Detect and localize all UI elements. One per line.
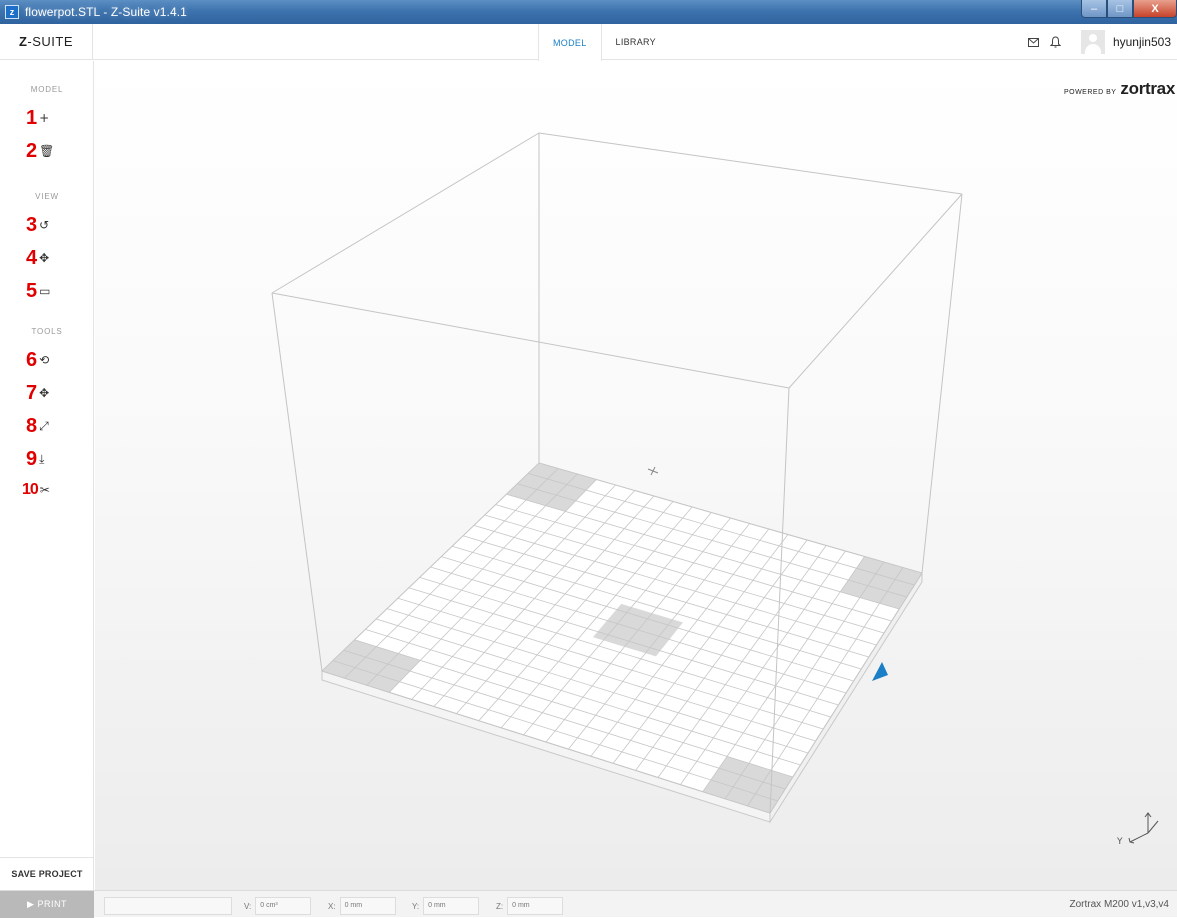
rotate-view-button[interactable]: 3 ↺ [26, 213, 49, 237]
rotate-tool-button[interactable]: 6 ⟲ [26, 348, 49, 372]
volume-value: 0 cm³ [255, 897, 312, 915]
logo-text: -SUITE [27, 34, 74, 49]
section-label-tools: TOOLS [31, 327, 63, 336]
trash-icon: 🗑 [39, 144, 55, 158]
y-readout: Y: 0 mm [412, 897, 480, 915]
rotate-model-icon: ⟲ [39, 353, 50, 367]
app-icon: z [5, 5, 19, 19]
save-project-button[interactable]: SAVE PROJECT [0, 857, 94, 890]
center-crosshair-icon [647, 466, 659, 476]
printer-model[interactable]: Zortrax M200 v1,v3,v4 [1070, 891, 1169, 918]
annotation-number: 1 [26, 107, 38, 129]
x-readout: X: 0 mm [328, 897, 396, 915]
delete-model-button[interactable]: 2 🗑 [26, 139, 54, 163]
volume-readout: V: 0 cm³ [244, 897, 312, 915]
mail-icon[interactable] [1023, 24, 1045, 60]
zsuite-logo: Z -SUITE [0, 23, 93, 60]
annotation-number: 2 [26, 140, 38, 162]
place-on-bed-button[interactable]: 9 ⤓ [26, 447, 44, 471]
z-value: 0 mm [507, 897, 564, 915]
header-right: hyunjin503 [1023, 24, 1177, 60]
print-bed [321, 462, 923, 824]
username[interactable]: hyunjin503 [1113, 35, 1171, 49]
scale-tool-button[interactable]: 8 ⤢ [26, 414, 49, 438]
y-value: 0 mm [423, 897, 480, 915]
add-model-button[interactable]: 1 + [26, 106, 49, 130]
y-label: Y: [412, 901, 420, 911]
bell-icon[interactable] [1045, 24, 1067, 60]
logo-bold: Z [18, 34, 28, 49]
x-value: 0 mm [339, 897, 396, 915]
move-icon: ✥ [39, 386, 50, 400]
3d-viewport[interactable]: POWERED BY zortrax Y [95, 61, 1177, 890]
minimize-button[interactable]: – [1081, 0, 1107, 18]
annotation-number: 5 [26, 280, 38, 302]
camera-icon: ▭ [39, 284, 51, 298]
scale-icon: ⤢ [39, 419, 49, 433]
section-label-model: MODEL [30, 85, 64, 94]
annotation-number: 10 [22, 481, 39, 498]
camera-front-marker-icon[interactable] [872, 662, 888, 681]
close-button[interactable]: X [1133, 0, 1177, 18]
axis-gizmo-icon [1128, 812, 1159, 844]
annotation-number: 7 [26, 382, 38, 404]
tab-library[interactable]: LIBRARY [602, 24, 670, 60]
annotation-number: 4 [26, 247, 38, 269]
plus-icon: + [39, 111, 50, 125]
annotation-number: 9 [26, 448, 38, 470]
bottom-status-bar: ▶ PRINT V: 0 cm³ X: 0 mm Y: 0 mm Z: 0 mm… [0, 890, 1177, 918]
window-titlebar: z flowerpot.STL - Z-Suite v1.4.1 – □ X [0, 0, 1177, 24]
volume-label: V: [244, 901, 252, 911]
section-label-view: VIEW [35, 192, 59, 201]
cut-tool-button[interactable]: 10 ✂ [22, 478, 50, 502]
maximize-button[interactable]: □ [1107, 0, 1133, 18]
place-on-bed-icon: ⤓ [39, 452, 45, 466]
app-header: Z -SUITE MODEL LIBRARY hyunjin503 [0, 23, 1177, 61]
annotation-number: 6 [26, 349, 38, 371]
z-readout: Z: 0 mm [496, 897, 564, 915]
axis-y-label: Y [1116, 837, 1123, 847]
print-volume-scene[interactable]: Y [95, 61, 1177, 890]
main-tabs: MODEL LIBRARY [538, 24, 670, 61]
pan-icon: ✥ [39, 251, 50, 265]
z-label: Z: [496, 901, 504, 911]
window-controls: – □ X [1081, 0, 1177, 20]
annotation-number: 8 [26, 415, 38, 437]
print-button[interactable]: ▶ PRINT [0, 890, 94, 918]
window-title: flowerpot.STL - Z-Suite v1.4.1 [25, 5, 187, 19]
rotate-icon: ↺ [39, 218, 50, 232]
x-label: X: [328, 901, 336, 911]
camera-view-button[interactable]: 5 ▭ [26, 279, 50, 303]
sidebar: MODEL 1 + 2 🗑 VIEW 3 ↺ 4 ✥ 5 ▭ TOOLS 6 ⟲… [0, 61, 94, 890]
status-field [104, 897, 232, 915]
scissors-icon: ✂ [39, 483, 50, 497]
pan-view-button[interactable]: 4 ✥ [26, 246, 49, 270]
annotation-number: 3 [26, 214, 38, 236]
tab-model[interactable]: MODEL [538, 24, 602, 61]
avatar[interactable] [1080, 30, 1105, 54]
move-tool-button[interactable]: 7 ✥ [26, 381, 49, 405]
